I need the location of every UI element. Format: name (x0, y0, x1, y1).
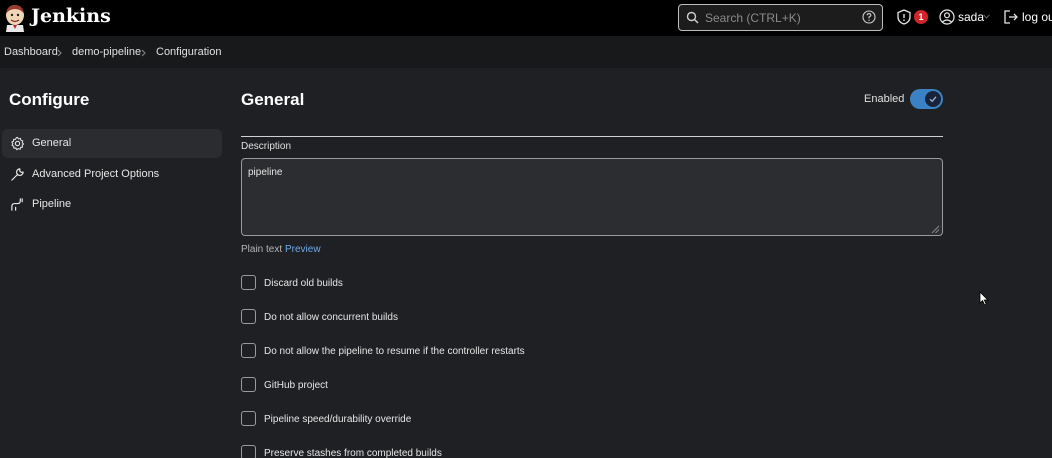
logout-link[interactable]: log out (1022, 10, 1052, 24)
sidebar-title: Configure (9, 90, 90, 109)
mouse-cursor-icon (979, 291, 989, 306)
search-input[interactable] (705, 9, 855, 27)
security-shield-icon[interactable] (897, 9, 911, 25)
breadcrumb-configuration[interactable]: Configuration (156, 46, 221, 58)
user-avatar-icon[interactable] (939, 9, 955, 25)
breadcrumb: Dashboard demo-pipeline Configuration (0, 36, 1052, 68)
breadcrumb-separator-icon (57, 49, 62, 57)
preserve-stashes-checkbox[interactable] (241, 445, 256, 458)
section-divider (241, 136, 943, 137)
preview-link[interactable]: Preview (285, 244, 321, 255)
brand-title[interactable]: Jenkins (31, 5, 111, 27)
pipeline-icon (11, 198, 23, 211)
section-title: General (241, 90, 305, 109)
discard-old-builds-checkbox[interactable] (241, 275, 256, 290)
sidebar-item-label: Pipeline (32, 198, 72, 210)
sidebar-item-advanced-project-options[interactable]: Advanced Project Options (2, 160, 222, 189)
breadcrumb-separator-icon (141, 49, 146, 57)
durability-override-checkbox[interactable] (241, 411, 256, 426)
github-project-label[interactable]: GitHub project (264, 380, 328, 391)
top-header: Jenkins 1 sada log out (0, 0, 1052, 36)
toggle-knob (925, 91, 941, 107)
enabled-label: Enabled (864, 93, 905, 105)
security-count-badge[interactable]: 1 (914, 10, 928, 24)
gear-icon (11, 136, 25, 151)
no-concurrent-builds-checkbox[interactable] (241, 309, 256, 324)
help-icon[interactable] (862, 10, 876, 24)
description-textarea[interactable]: pipeline (241, 158, 943, 236)
no-resume-label[interactable]: Do not allow the pipeline to resume if t… (264, 346, 525, 357)
github-project-checkbox[interactable] (241, 377, 256, 392)
description-label: Description (241, 141, 292, 152)
no-resume-checkbox[interactable] (241, 343, 256, 358)
no-concurrent-builds-label[interactable]: Do not allow concurrent builds (264, 312, 398, 323)
wrench-icon (11, 168, 24, 181)
chevron-down-icon[interactable] (983, 14, 990, 19)
preserve-stashes-label[interactable]: Preserve stashes from completed builds (264, 448, 442, 458)
search-box[interactable] (678, 4, 883, 31)
discard-old-builds-label[interactable]: Discard old builds (264, 278, 343, 289)
breadcrumb-dashboard[interactable]: Dashboard (4, 46, 58, 58)
enabled-toggle[interactable] (910, 89, 943, 109)
sidebar-item-label: General (32, 137, 72, 149)
resize-handle-icon[interactable] (931, 225, 940, 234)
sidebar-item-general[interactable]: General (2, 129, 222, 158)
durability-override-label[interactable]: Pipeline speed/durability override (264, 414, 411, 425)
sidebar-item-label: Advanced Project Options (32, 168, 160, 180)
search-icon (686, 11, 699, 24)
jenkins-logo-icon[interactable] (4, 4, 26, 32)
check-icon (929, 96, 937, 103)
sidebar-item-pipeline[interactable]: Pipeline (2, 190, 222, 219)
plain-text-label: Plain text (241, 244, 283, 255)
user-name-link[interactable]: sada (958, 10, 984, 24)
logout-icon[interactable] (1003, 9, 1019, 25)
breadcrumb-demo-pipeline[interactable]: demo-pipeline (72, 46, 141, 58)
